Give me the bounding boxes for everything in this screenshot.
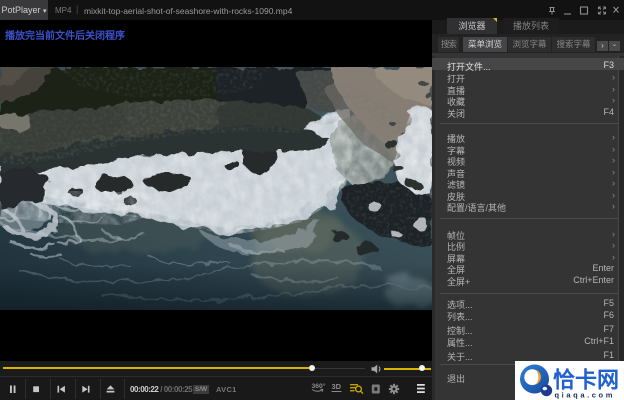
svg-text:qiaqa.com: qiaqa.com: [555, 391, 616, 400]
svg-text:3D: 3D: [332, 382, 342, 391]
svg-text:恰卡网: 恰卡网: [553, 368, 619, 393]
svg-text:360°: 360°: [312, 382, 326, 390]
